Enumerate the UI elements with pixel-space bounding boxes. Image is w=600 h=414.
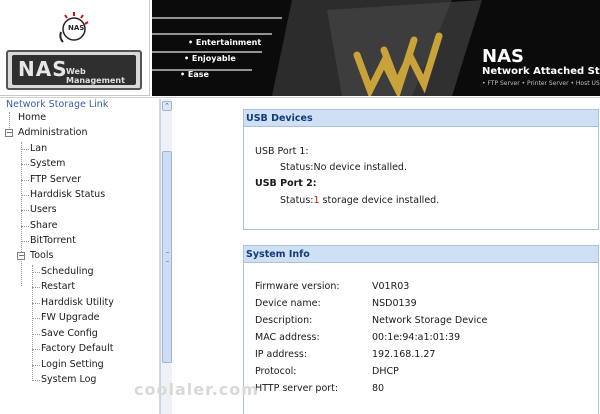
- tree-line: [32, 365, 40, 366]
- tree-line: [32, 303, 40, 304]
- protocol-value: DHCP: [372, 366, 399, 377]
- watermark: coolaler.com: [134, 380, 259, 399]
- tree-line: [21, 180, 29, 181]
- tree-item-save-config[interactable]: Save Config: [41, 328, 98, 339]
- description-label: Description:: [255, 315, 313, 326]
- usb-port2-status-value: storage device installed.: [319, 195, 440, 206]
- mac-address-label: MAC address:: [255, 332, 320, 343]
- tree-item-login-setting[interactable]: Login Setting: [41, 359, 104, 370]
- tree-line: [21, 149, 29, 150]
- system-info-panel: System Info Firmware version: V01R03 Dev…: [243, 245, 599, 414]
- usb-port1-label: USB Port 1:: [255, 146, 309, 157]
- tree-line: [32, 318, 40, 319]
- description-value: Network Storage Device: [372, 315, 488, 326]
- scroll-grip-icon: [166, 252, 169, 262]
- usb-devices-title: USB Devices: [244, 110, 598, 127]
- tree-root-network-storage-link[interactable]: Network Storage Link: [6, 99, 108, 110]
- tree-item-tools[interactable]: Tools: [30, 250, 53, 261]
- header-divider: [0, 97, 600, 98]
- product-services: • FTP Server • Printer Server • Host US: [482, 80, 600, 87]
- http-server-port-label: HTTP server port:: [255, 383, 339, 394]
- collapse-administration-icon[interactable]: −: [5, 129, 13, 137]
- nas-badge-icon: NAS: [55, 10, 93, 48]
- protocol-label: Protocol:: [255, 366, 297, 377]
- tree-line: [21, 241, 29, 242]
- logo-plate: NAS Web Management: [6, 50, 142, 90]
- ip-address-value: 192.168.1.27: [372, 349, 436, 360]
- tree-item-scheduling[interactable]: Scheduling: [41, 266, 94, 277]
- tree-item-fw-upgrade[interactable]: FW Upgrade: [41, 312, 100, 323]
- tree-line: [21, 195, 29, 196]
- nas-web-management-page: NAS NAS Web Management • Entertainment •…: [0, 0, 600, 414]
- product-subtitle: Network Attached Sto: [482, 66, 600, 77]
- tree-item-system[interactable]: System: [30, 158, 65, 169]
- scroll-thumb[interactable]: [162, 151, 172, 363]
- tree-line: [32, 272, 40, 273]
- tree-line: [32, 334, 40, 335]
- navigation-tree: Network Storage Link Home − Administrati…: [0, 99, 160, 414]
- tree-item-harddisk-status[interactable]: Harddisk Status: [30, 189, 105, 200]
- firmware-version-label: Firmware version:: [255, 281, 340, 292]
- usb-port1-status: Status:No device installed.: [280, 162, 407, 173]
- mac-address-value: 00:1e:94:a1:01:39: [372, 332, 461, 343]
- tree-item-system-log[interactable]: System Log: [41, 374, 96, 385]
- usb-port2-status-label: Status:: [280, 195, 314, 206]
- product-title: NAS: [482, 46, 524, 67]
- logo-plate-inner: NAS Web Management: [12, 55, 136, 85]
- collapse-tools-icon[interactable]: −: [17, 252, 25, 260]
- logo-title: NAS: [18, 57, 68, 81]
- main-content: USB Devices USB Port 1: Status:No device…: [173, 99, 600, 414]
- tree-line: [21, 226, 29, 227]
- tree-line: [21, 210, 29, 211]
- tree-item-home[interactable]: Home: [18, 112, 46, 123]
- ip-address-label: IP address:: [255, 349, 308, 360]
- sidebar-scrollbar[interactable]: ⌃: [160, 99, 172, 414]
- badge-text: NAS: [68, 24, 85, 32]
- usb-port2-label: USB Port 2:: [255, 178, 317, 189]
- tree-item-harddisk-utility[interactable]: Harddisk Utility: [41, 297, 114, 308]
- http-server-port-value: 80: [372, 383, 385, 394]
- usb-port1-status-value: No device installed.: [313, 162, 407, 173]
- tree-item-bittorrent[interactable]: BitTorrent: [30, 235, 76, 246]
- usb-devices-panel: USB Devices USB Port 1: Status:No device…: [243, 109, 599, 230]
- tree-line: [32, 265, 33, 381]
- tree-line: [32, 287, 40, 288]
- tree-item-restart[interactable]: Restart: [41, 281, 75, 292]
- tree-item-factory-default[interactable]: Factory Default: [41, 343, 113, 354]
- tree-item-administration[interactable]: Administration: [18, 127, 88, 138]
- firmware-version-value: V01R03: [372, 281, 410, 292]
- tree-line: [21, 164, 29, 165]
- logo-subtitle: Web Management: [66, 67, 125, 85]
- header-banner: • Entertainment • Enjoyable • Ease NAS N…: [152, 0, 600, 96]
- tree-item-users[interactable]: Users: [30, 204, 57, 215]
- scroll-up-arrow-icon[interactable]: ⌃: [162, 101, 172, 111]
- feature-entertainment: • Entertainment: [188, 38, 262, 47]
- logo-area[interactable]: NAS NAS Web Management: [0, 0, 150, 96]
- usb-port2-status: Status:1 storage device installed.: [280, 195, 439, 206]
- feature-ease: • Ease: [180, 70, 209, 79]
- tree-item-share[interactable]: Share: [30, 220, 57, 231]
- tree-item-ftp-server[interactable]: FTP Server: [30, 174, 81, 185]
- feature-enjoyable: • Enjoyable: [184, 54, 236, 63]
- device-name-label: Device name:: [255, 298, 321, 309]
- tree-item-lan[interactable]: Lan: [30, 143, 47, 154]
- usb-port1-status-label: Status:: [280, 162, 314, 173]
- system-info-title: System Info: [244, 246, 598, 263]
- tree-line: [32, 349, 40, 350]
- tree-line: [32, 380, 40, 381]
- device-name-value: NSD0139: [372, 298, 417, 309]
